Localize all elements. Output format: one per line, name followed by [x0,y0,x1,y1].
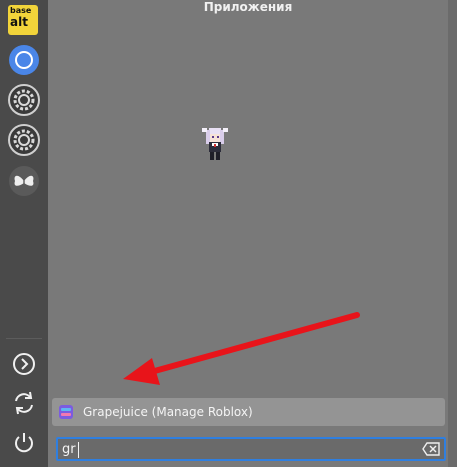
refresh-icon[interactable] [8,387,40,419]
butterfly-icon[interactable] [8,165,40,197]
anime-character-sprite [202,128,228,160]
edge-strip [448,0,457,467]
app-launcher: Приложения Grapejuice (Manage Roblox) gr [48,0,457,467]
chevron-right-circle-icon[interactable] [8,348,40,380]
search-input[interactable]: gr [56,437,446,461]
logo-line1: base [10,6,32,15]
search-input-value: gr [62,442,76,457]
dock: base alt [0,0,48,467]
basealt-logo[interactable]: base alt [8,5,38,35]
search-result-item[interactable]: Grapejuice (Manage Roblox) [52,398,445,426]
text-caret [78,442,79,458]
chromium-icon[interactable] [8,44,40,76]
settings-gear-icon[interactable] [8,124,40,156]
grapejuice-icon [59,405,73,419]
dock-separator [6,338,42,339]
backspace-clear-icon[interactable] [422,442,440,456]
launcher-title: Приложения [203,0,293,14]
annotation-arrow [123,312,360,385]
logo-line2: alt [10,15,28,29]
power-icon[interactable] [8,426,40,458]
search-result-label: Grapejuice (Manage Roblox) [83,405,253,419]
settings-gear-icon[interactable] [8,84,40,116]
